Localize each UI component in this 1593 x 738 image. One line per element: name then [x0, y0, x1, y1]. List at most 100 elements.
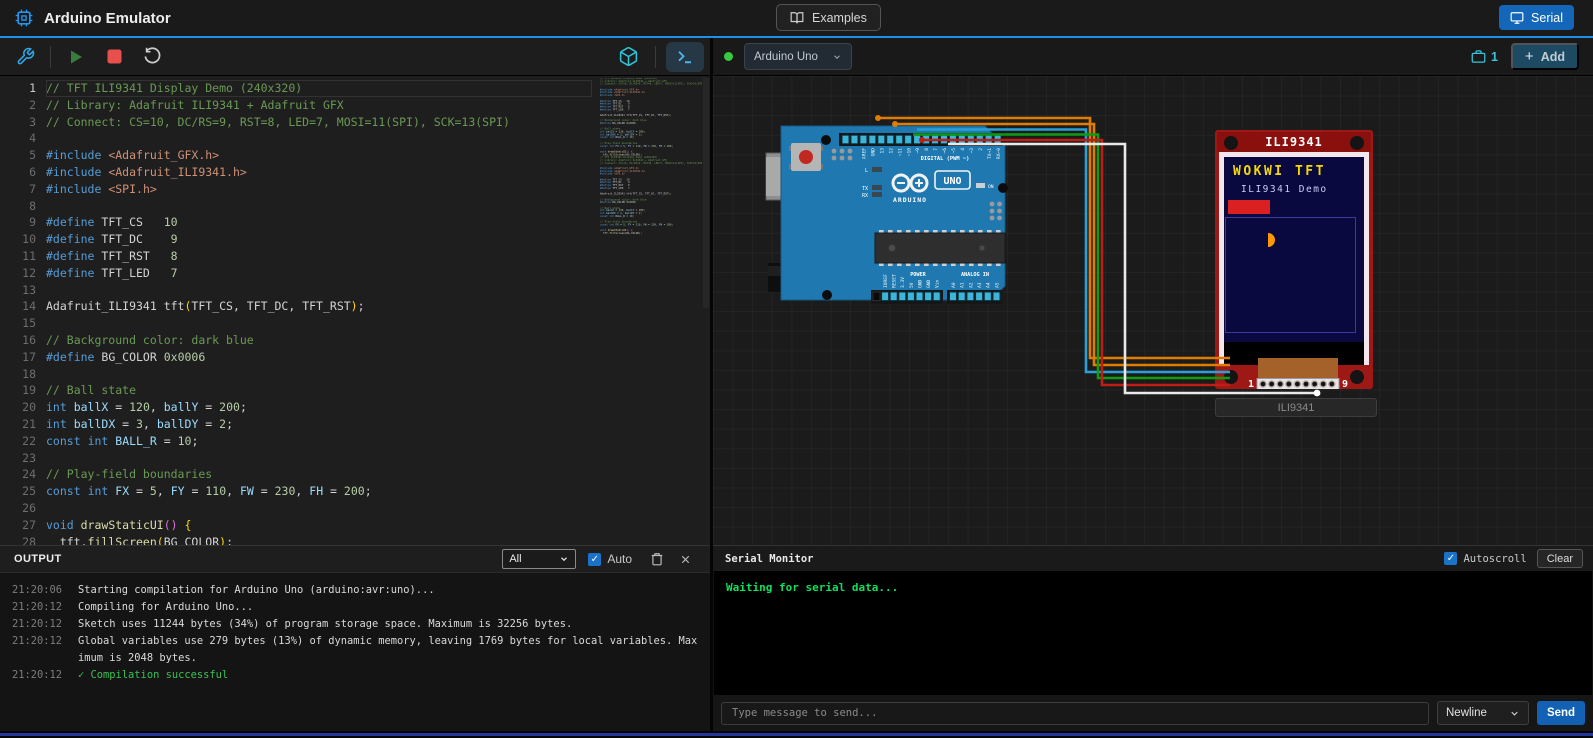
stop-button[interactable]: [97, 41, 131, 73]
code-line[interactable]: #define TFT_RST 8: [46, 248, 592, 265]
line-number: 12: [0, 265, 36, 282]
line-ending-select[interactable]: Newline: [1437, 701, 1529, 725]
chevron-down-icon: [1509, 708, 1520, 719]
log-entry: 21:20:06Starting compilation for Arduino…: [0, 582, 710, 599]
code-line[interactable]: void drawStaticUI() {: [46, 517, 592, 534]
code-line[interactable]: tft.fillScreen(BG_COLOR);: [46, 534, 592, 545]
code-line[interactable]: const int FX = 5, FY = 110, FW = 230, FH…: [46, 483, 592, 500]
terminal-toggle-button[interactable]: [666, 42, 704, 72]
wire[interactable]: [948, 144, 1317, 393]
examples-button[interactable]: Examples: [776, 4, 881, 31]
wire[interactable]: [878, 118, 1230, 358]
serial-message-input[interactable]: [721, 702, 1429, 725]
wires: [713, 76, 1593, 545]
serial-input-row: Newline Send: [713, 695, 1593, 731]
line-number: 18: [0, 366, 36, 383]
code-line[interactable]: [46, 450, 592, 467]
code-line[interactable]: [46, 130, 592, 147]
auto-label: Auto: [607, 552, 632, 566]
send-button[interactable]: Send: [1537, 701, 1585, 725]
line-number: 13: [0, 282, 36, 299]
code-line[interactable]: // Connect: CS=10, DC/RS=9, RST=8, LED=7…: [600, 162, 702, 165]
serial-button[interactable]: Serial: [1499, 5, 1574, 30]
autoscroll-checkbox[interactable]: ✓: [1444, 552, 1457, 565]
serial-label: Serial: [1531, 11, 1563, 25]
settings-wrench-button[interactable]: [8, 41, 42, 73]
simulation-toolbar: Arduino Uno 1 + Add: [713, 38, 1593, 76]
log-entry: 21:20:12Global variables use 279 bytes (…: [0, 633, 710, 667]
board-select[interactable]: Arduino Uno: [744, 43, 852, 70]
code-line[interactable]: // Ball state: [46, 382, 592, 399]
view-3d-button[interactable]: [611, 41, 645, 73]
output-header: OUTPUT All ✓ Auto: [0, 546, 710, 573]
line-number: 28: [0, 534, 36, 545]
code-line[interactable]: // Library: Adafruit ILI9341 + Adafruit …: [46, 97, 592, 114]
chevron-down-icon: [832, 52, 842, 62]
code-line[interactable]: [46, 198, 592, 215]
clear-output-trash-button[interactable]: [646, 548, 668, 570]
code-line[interactable]: #define BG_COLOR 0x0006: [46, 349, 592, 366]
output-filter-select[interactable]: All: [502, 549, 576, 569]
code-line[interactable]: [46, 500, 592, 517]
auto-checkbox[interactable]: ✓: [588, 553, 601, 566]
editor-toolbar: [0, 38, 710, 76]
output-log: 21:20:06Starting compilation for Arduino…: [0, 574, 710, 731]
clear-label: Clear: [1547, 553, 1573, 565]
code-line[interactable]: int ballX = 120, ballY = 200;: [46, 399, 592, 416]
line-number: 3: [0, 114, 36, 131]
code-line[interactable]: #define TFT_LED 7: [46, 265, 592, 282]
part-tooltip: ILI9341: [1215, 398, 1377, 417]
parts-count-indicator: 1: [1471, 49, 1498, 64]
code-line[interactable]: // Connect: CS=10, DC/RS=9, RST=8, LED=7…: [46, 114, 592, 131]
line-number: 7: [0, 181, 36, 198]
code-line[interactable]: [46, 315, 592, 332]
monitor-icon: [1510, 11, 1524, 25]
minimap[interactable]: // TFT ILI9341 Display Demo (240x320)// …: [600, 78, 702, 538]
part-tooltip-label: ILI9341: [1278, 402, 1315, 414]
code-line[interactable]: // Play-field boundaries: [46, 466, 592, 483]
code-line[interactable]: [46, 282, 592, 299]
run-button[interactable]: [59, 41, 93, 73]
code-lines[interactable]: // TFT ILI9341 Display Demo (240x320)// …: [46, 80, 592, 545]
code-line[interactable]: #define TFT_CS 10: [46, 214, 592, 231]
serial-waiting-text: Waiting for serial data...: [714, 571, 1592, 594]
clear-serial-button[interactable]: Clear: [1537, 549, 1583, 568]
app-logo-chip-icon: [14, 8, 34, 28]
code-line[interactable]: #include <Adafruit_ILI9341.h>: [46, 164, 592, 181]
circuit-canvas[interactable]: AREFGND1312~11~10~987~6~54~32TX→1RX←0 DI…: [713, 76, 1593, 545]
code-line[interactable]: [46, 366, 592, 383]
examples-label: Examples: [812, 11, 867, 25]
code-line[interactable]: #include <Adafruit_GFX.h>: [46, 147, 592, 164]
wire[interactable]: [895, 124, 1230, 365]
code-line[interactable]: Adafruit_ILI9341 tft(TFT_CS, TFT_DC, TFT…: [46, 298, 592, 315]
line-number: 20: [0, 399, 36, 416]
serial-output: Waiting for serial data...: [714, 571, 1592, 695]
add-label: Add: [1541, 50, 1565, 64]
code-line[interactable]: int ballDX = 3, ballDY = 2;: [46, 416, 592, 433]
parts-count: 1: [1491, 50, 1498, 64]
top-bar: Arduino Emulator Examples Serial: [0, 0, 1593, 38]
close-output-button[interactable]: [674, 548, 696, 570]
wire[interactable]: [917, 130, 1230, 373]
wire[interactable]: [913, 135, 1230, 379]
wire[interactable]: [922, 140, 1230, 385]
line-number: 23: [0, 450, 36, 467]
line-number: 6: [0, 164, 36, 181]
editor-scrollbar[interactable]: [703, 78, 709, 308]
add-part-button[interactable]: + Add: [1511, 43, 1579, 70]
restart-button[interactable]: [135, 41, 169, 73]
line-number: 16: [0, 332, 36, 349]
code-line[interactable]: // TFT ILI9341 Display Demo (240x320): [46, 80, 592, 97]
line-number: 15: [0, 315, 36, 332]
line-number: 19: [0, 382, 36, 399]
line-number: 24: [0, 466, 36, 483]
code-line[interactable]: tft.fillScreen(BG_COLOR);: [600, 233, 702, 236]
code-line[interactable]: // Background color: dark blue: [46, 332, 592, 349]
code-editor[interactable]: 1234567891011121314151617181920212223242…: [0, 76, 710, 545]
code-line[interactable]: const int BALL_R = 10;: [46, 433, 592, 450]
code-line[interactable]: #include <SPI.h>: [46, 181, 592, 198]
book-icon: [790, 11, 804, 25]
code-line[interactable]: // Connect: CS=10, DC/RS=9, RST=8, LED=7…: [600, 84, 702, 87]
code-line[interactable]: #define TFT_DC 9: [46, 231, 592, 248]
line-number: 14: [0, 298, 36, 315]
